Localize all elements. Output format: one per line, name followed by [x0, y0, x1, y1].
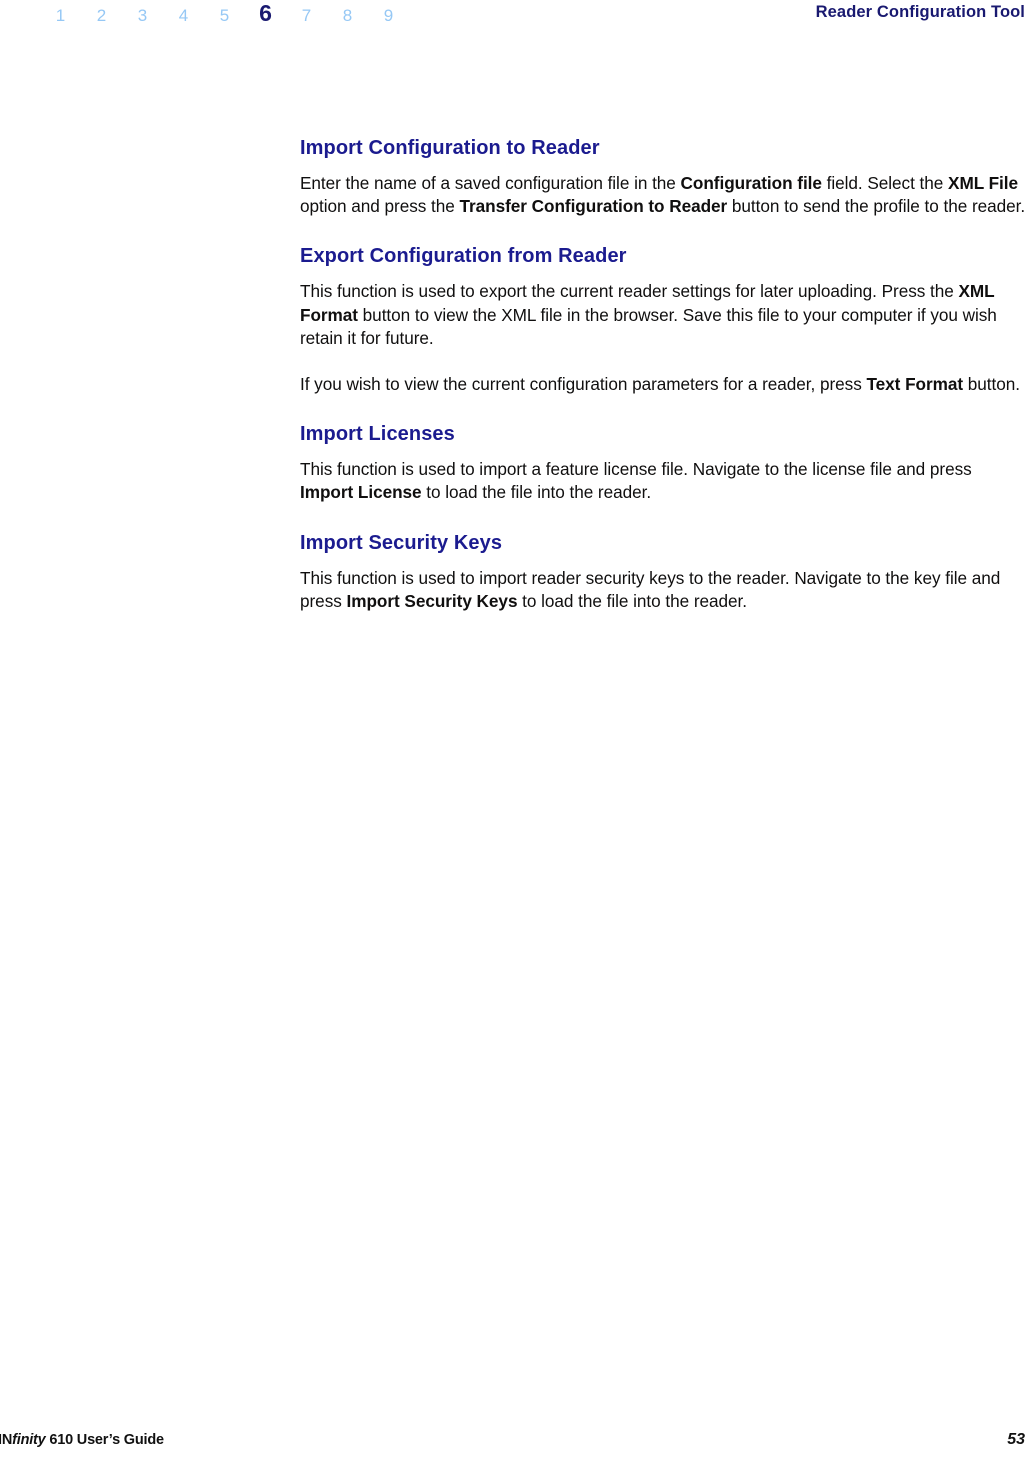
body-paragraph: If you wish to view the current configur… [300, 373, 1028, 396]
page-header: 123456789 Reader Configuration Tool [0, 0, 1033, 34]
vertical-spacer [300, 350, 1028, 373]
vertical-spacer [300, 556, 1028, 567]
text-run: button. [963, 374, 1020, 395]
chapter-tab-1[interactable]: 1 [40, 5, 81, 27]
chapter-tab-4[interactable]: 4 [163, 5, 204, 27]
chapter-tab-6[interactable]: 6 [245, 2, 286, 25]
body-paragraph: This function is used to import reader s… [300, 567, 1028, 613]
bold-term: Configuration file [680, 173, 822, 193]
page-footer: INfinity 610 User’s Guide 53 [0, 1430, 1033, 1452]
text-run: Enter the name of a saved configuration … [300, 173, 681, 193]
body-paragraph: This function is used to import a featur… [300, 458, 1028, 504]
chapter-tab-9[interactable]: 9 [368, 5, 409, 27]
footer-title-run: IN [0, 1432, 13, 1448]
bold-term: Text Format [866, 374, 964, 395]
document-body: Import Configuration to Reader Enter the … [300, 136, 1028, 613]
section-heading: Import Licenses [300, 423, 455, 446]
chapter-tab-2[interactable]: 2 [81, 5, 122, 27]
footer-title-run: 610 User’s Guide [45, 1432, 164, 1448]
body-paragraph: Enter the name of a saved configuration … [300, 172, 1028, 218]
vertical-spacer [300, 505, 1028, 531]
text-run: option and press the [300, 196, 460, 217]
text-run: This function is used to import a featur… [300, 459, 972, 480]
bold-term: Import License [300, 482, 422, 503]
body-paragraph: This function is used to export the curr… [300, 280, 1028, 350]
section-heading: Export Configuration from Reader [300, 245, 627, 268]
section-heading: Import Security Keys [300, 531, 503, 554]
text-run: button to view the XML file in the brows… [300, 304, 997, 348]
text-run: field. Select the [821, 173, 949, 193]
vertical-spacer [300, 396, 1028, 422]
chapter-tab-8[interactable]: 8 [327, 5, 368, 27]
bold-term: XML File [948, 173, 1018, 193]
bold-term: Import Security Keys [346, 590, 518, 611]
chapter-tab-5[interactable]: 5 [204, 5, 245, 27]
header-title: Reader Configuration Tool [815, 3, 1025, 21]
bold-term: Transfer Configuration to Reader [459, 196, 728, 217]
text-run: button to send the profile to the reader… [727, 196, 1026, 217]
text-run: to load the file into the reader. [421, 482, 652, 503]
text-run: If you wish to view the current configur… [300, 374, 867, 395]
footer-title-run: finity [12, 1432, 46, 1448]
text-run: This function is used to export the curr… [300, 281, 959, 302]
vertical-spacer [300, 161, 1028, 172]
chapter-tab-7[interactable]: 7 [286, 5, 327, 27]
footer-page-number: 53 [1007, 1431, 1025, 1448]
footer-document-title: INfinity 610 User’s Guide [0, 1430, 164, 1450]
vertical-spacer [300, 269, 1028, 280]
vertical-spacer [300, 218, 1028, 244]
section-heading: Import Configuration to Reader [300, 137, 600, 159]
text-run: to load the file into the reader. [517, 590, 747, 611]
chapter-tab-3[interactable]: 3 [122, 5, 163, 27]
chapter-number-tabs: 123456789 [40, 2, 409, 27]
vertical-spacer [300, 447, 1028, 458]
